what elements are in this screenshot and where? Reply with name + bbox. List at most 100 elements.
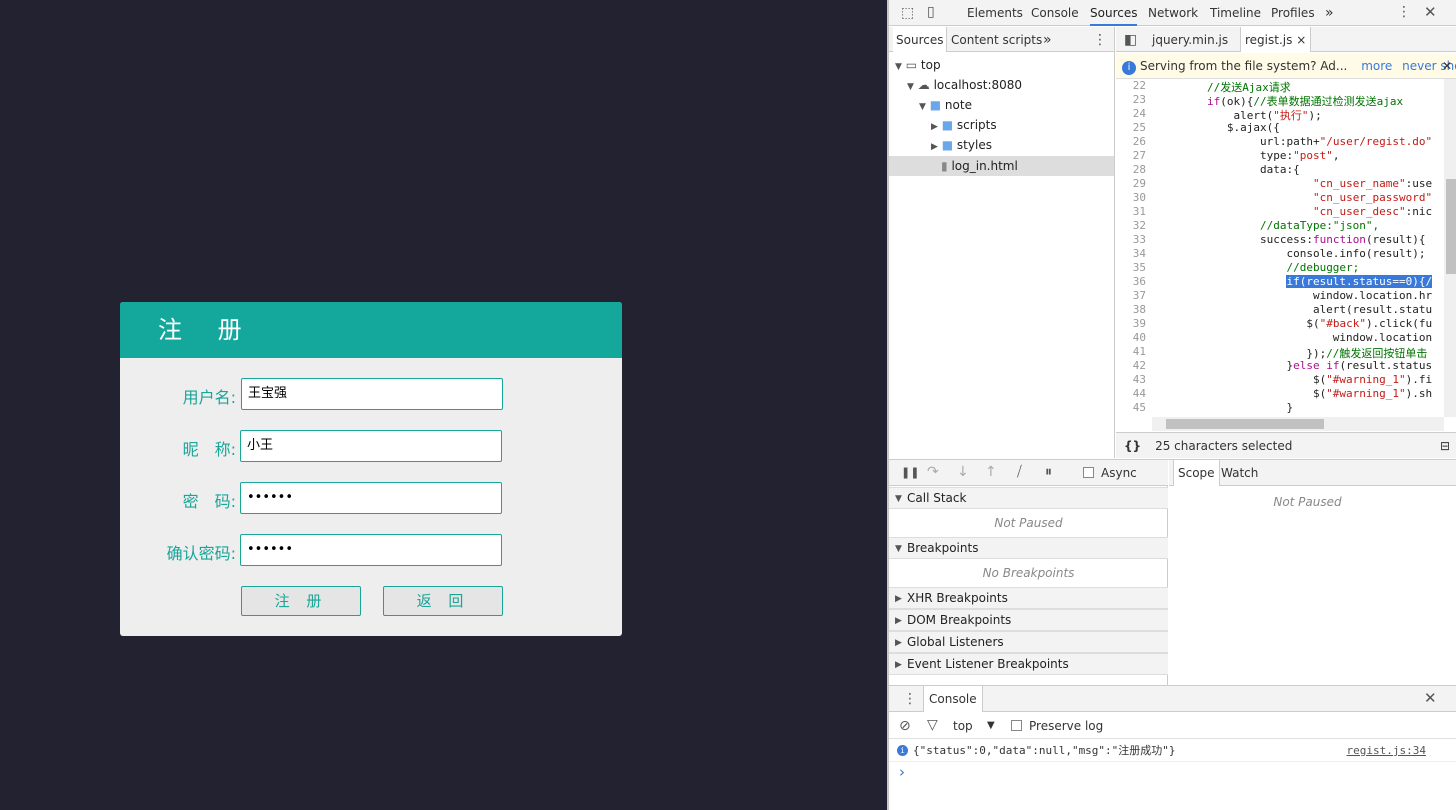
tree-item-top[interactable]: ▼ ▭ top [895,58,941,72]
line-number[interactable]: 22 [1116,79,1146,92]
tab-timeline[interactable]: Timeline [1210,0,1261,26]
line-number[interactable]: 43 [1116,373,1146,386]
tab-watch[interactable]: Watch [1221,460,1258,486]
code-view[interactable]: 22 23 24 25 26 27 28 29 30 31 32 33 34 35 36 37 38 39 40 41… [1116,79,1444,417]
username-input[interactable]: 王宝强 [241,378,503,410]
step-into-icon[interactable]: ↓ [957,465,969,479]
console-message: i {"status":0,"data":null,"msg":"注册成功"} … [889,742,1456,762]
line-number[interactable]: 40 [1116,331,1146,344]
tab-scope[interactable]: Scope [1173,460,1220,486]
context-select[interactable]: top [953,713,973,739]
console-prompt-icon[interactable]: › [899,763,905,781]
tree-item-host[interactable]: ▼ ☁ localhost:8080 [907,78,1022,92]
close-icon[interactable]: ✕ [1424,5,1437,20]
editor-tab-close-icon[interactable]: × [1296,33,1306,47]
nav-tab-sources[interactable]: Sources [893,27,948,52]
line-number[interactable]: 29 [1116,177,1146,190]
line-number[interactable]: 27 [1116,149,1146,162]
register-button[interactable]: 注 册 [241,586,361,616]
tree-item-log-in[interactable]: ▮ log_in.html [889,156,1114,176]
line-number[interactable]: 42 [1116,359,1146,372]
tab-elements[interactable]: Elements [967,0,1023,26]
horizontal-scrollbar[interactable] [1152,417,1444,431]
console-source-link[interactable]: regist.js:34 [1347,742,1426,760]
toggle-navigator-icon[interactable]: ◧ [1124,33,1137,47]
code-line: }else if(result.status [1154,359,1433,372]
line-number[interactable]: 28 [1116,163,1146,176]
drawer-close-icon[interactable]: ✕ [1424,691,1437,706]
line-number[interactable]: 37 [1116,289,1146,302]
preserve-log-checkbox[interactable] [1011,720,1022,731]
line-number[interactable]: 24 [1116,107,1146,120]
pause-icon[interactable]: ❚❚ [901,466,919,480]
filter-icon[interactable]: ▽ [927,718,938,732]
section-global-listeners[interactable]: ▶ Global Listeners [889,631,1168,653]
pretty-print-button[interactable]: {} [1124,439,1141,453]
tab-console[interactable]: Console [1031,0,1079,26]
line-number[interactable]: 34 [1116,247,1146,260]
tab-network[interactable]: Network [1148,0,1198,26]
section-breakpoints[interactable]: ▼ Breakpoints [889,537,1168,559]
line-number[interactable]: 32 [1116,219,1146,232]
line-number[interactable]: 33 [1116,233,1146,246]
navigator-pane: Sources Content scripts » ⋮ ▼ ▭ top ▼ ☁ … [889,27,1115,458]
back-button[interactable]: 返 回 [383,586,503,616]
device-mode-icon[interactable]: ▯ [927,5,935,19]
more-tabs-icon[interactable]: » [1325,0,1334,26]
drawer-toggle-icon[interactable]: ⊟ [1440,433,1450,459]
line-number[interactable]: 39 [1116,317,1146,330]
selection-status: 25 characters selected [1155,439,1293,453]
info-close-icon[interactable]: ✕ [1442,53,1452,78]
line-number[interactable]: 46 [1116,415,1146,417]
context-dropdown-icon[interactable]: ▼ [987,713,995,739]
line-number[interactable]: 26 [1116,135,1146,148]
username-label: 用户名: [182,388,236,407]
nav-more-icon[interactable]: » [1043,27,1052,53]
pause-on-exceptions-icon[interactable]: ⏸ [1045,465,1052,479]
nickname-input[interactable]: 小王 [240,430,502,462]
register-title: 注 册 [120,302,622,358]
line-number[interactable]: 30 [1116,191,1146,204]
section-event-listener-breakpoints[interactable]: ▶ Event Listener Breakpoints [889,653,1168,675]
nav-menu-icon[interactable]: ⋮ [1093,33,1107,47]
menu-icon[interactable]: ⋮ [1397,5,1411,19]
drawer-tab-console[interactable]: Console [923,686,983,712]
nav-tab-content-scripts[interactable]: Content scripts [951,27,1042,53]
tree-item-styles[interactable]: ▶ ■ styles [931,138,992,152]
clear-console-icon[interactable]: ⊘ [899,719,911,733]
step-over-icon[interactable]: ↷ [927,465,939,479]
line-number[interactable]: 38 [1116,303,1146,316]
editor-tabs: ◧ jquery.min.js regist.js × [1116,27,1456,52]
line-number[interactable]: 45 [1116,401,1146,414]
line-number[interactable]: 25 [1116,121,1146,134]
line-number[interactable]: 31 [1116,205,1146,218]
line-number[interactable]: 36 [1116,275,1146,288]
drawer-menu-icon[interactable]: ⋮ [903,692,917,706]
horizontal-scrollbar-thumb[interactable] [1166,419,1324,429]
line-number[interactable]: 44 [1116,387,1146,400]
tree-item-note[interactable]: ▼ ■ note [919,98,972,112]
inspect-icon[interactable]: ⬚ [901,6,914,20]
tab-profiles[interactable]: Profiles [1271,0,1315,26]
password-input[interactable]: •••••• [240,482,502,514]
section-call-stack[interactable]: ▼ Call Stack [889,487,1168,509]
console-drawer: ⋮ Console ✕ ⊘ ▽ top ▼ Preserve log i {"s… [889,685,1456,810]
confirm-password-input[interactable]: •••••• [240,534,502,566]
info-more-link[interactable]: more [1361,59,1392,73]
editor-tab-jquery[interactable]: jquery.min.js [1152,27,1228,53]
vertical-scrollbar-thumb[interactable] [1446,179,1456,274]
step-out-icon[interactable]: ↑ [985,465,997,479]
async-checkbox[interactable] [1083,467,1094,478]
deactivate-breakpoints-icon[interactable]: ⧸ [1017,465,1022,479]
tab-sources[interactable]: Sources [1090,0,1138,26]
line-number[interactable]: 23 [1116,93,1146,106]
section-xhr-breakpoints[interactable]: ▶ XHR Breakpoints [889,587,1168,609]
console-drawer-header: ⋮ Console ✕ [889,686,1456,712]
tree-item-scripts[interactable]: ▶ ■ scripts [931,118,997,132]
line-number[interactable]: 41 [1116,345,1146,358]
navigator-tabs: Sources Content scripts » ⋮ [889,27,1114,52]
vertical-scrollbar[interactable] [1444,79,1456,417]
section-dom-breakpoints[interactable]: ▶ DOM Breakpoints [889,609,1168,631]
line-number[interactable]: 35 [1116,261,1146,274]
editor-tab-regist[interactable]: regist.js × [1240,27,1312,52]
